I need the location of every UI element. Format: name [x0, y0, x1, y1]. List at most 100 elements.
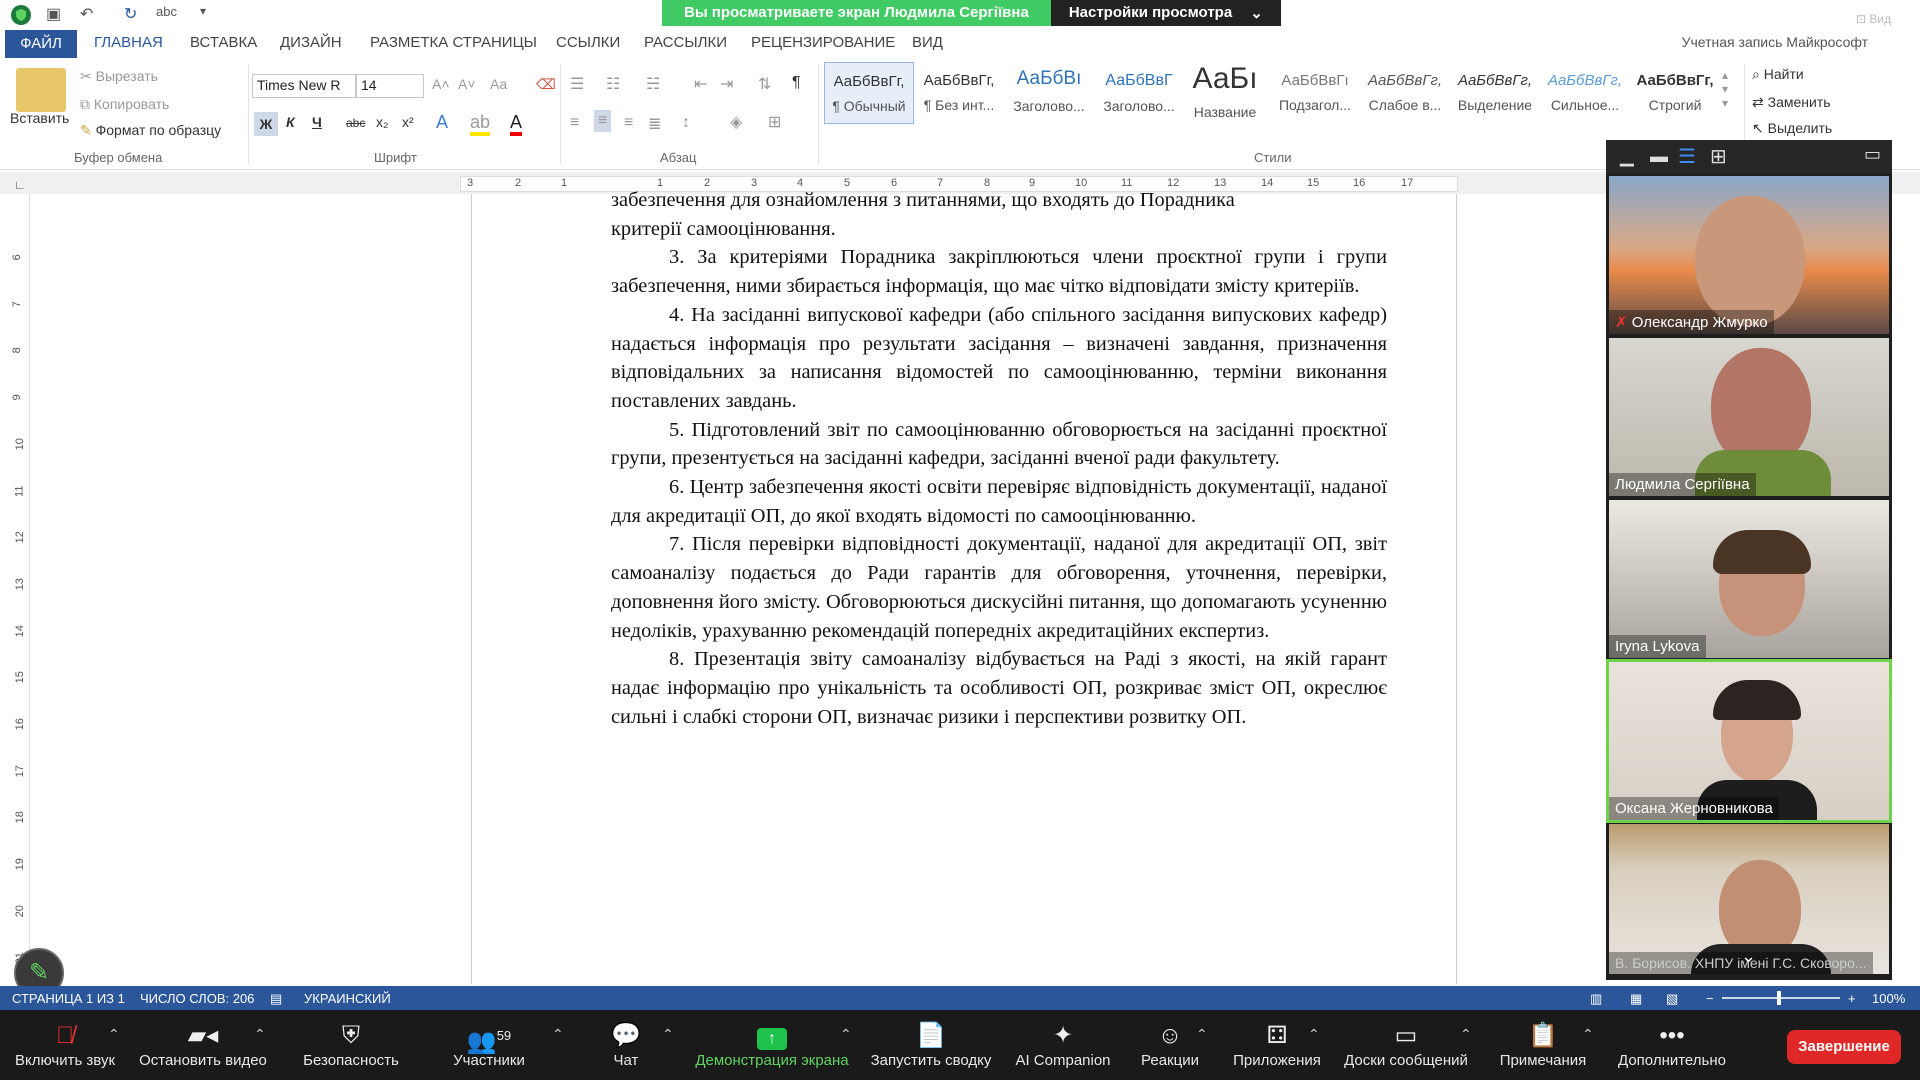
zoom-out-icon[interactable]: − [1706, 991, 1714, 1006]
read-mode-icon[interactable]: ▥ [1590, 991, 1602, 1007]
proofing-icon[interactable]: ▤ [270, 991, 282, 1007]
justify-icon[interactable]: ≣ [648, 114, 661, 134]
superscript-button[interactable]: x² [402, 114, 414, 130]
style-title[interactable]: АаБı Название [1180, 62, 1270, 124]
notes-options-caret[interactable]: ⌃ [1582, 1026, 1594, 1043]
italic-button[interactable]: К [286, 114, 295, 130]
select-button[interactable]: ↖ Выделить [1752, 120, 1832, 137]
align-left-icon[interactable]: ≡ [570, 114, 579, 132]
tab-mailings[interactable]: РАССЫЛКИ [644, 34, 727, 51]
copy-button[interactable]: ⧉ Копировать [80, 96, 169, 113]
participant-tile-active[interactable]: Оксана Жерновникова [1606, 659, 1892, 823]
increase-indent-icon[interactable]: ⇥ [720, 74, 733, 94]
whiteboards-options-caret[interactable]: ⌃ [1460, 1026, 1472, 1043]
end-meeting-button[interactable]: Завершение [1787, 1030, 1901, 1064]
participant-tile[interactable]: ✗ Олександр Жмурко [1609, 176, 1889, 334]
speaker-view-icon[interactable]: ▬ [1650, 146, 1668, 167]
styles-more-icon[interactable]: ▴ ▾ ▾ [1722, 68, 1728, 110]
decrease-indent-icon[interactable]: ⇤ [694, 74, 707, 94]
font-color-icon[interactable]: A [510, 112, 523, 136]
strip-view-icon[interactable]: ☰ [1678, 144, 1696, 169]
qat-customize-icon[interactable]: ▾ [200, 4, 206, 26]
participant-tile[interactable]: В. Борисов. ХНПУ імені Г.С. Сковоро... ⌄ [1609, 824, 1889, 974]
start-summary-button[interactable]: 📄 Запустить сводку [866, 1020, 996, 1069]
undo-icon[interactable]: ↶ [80, 4, 93, 26]
strikethrough-button[interactable]: abc [346, 116, 365, 130]
zoom-slider-thumb[interactable] [1777, 991, 1781, 1005]
page-count[interactable]: СТРАНИЦА 1 ИЗ 1 [12, 991, 125, 1006]
clear-format-icon[interactable]: ⌫ [536, 76, 556, 93]
participants-button[interactable]: 👥59 Участники [434, 1020, 544, 1069]
tab-design[interactable]: ДИЗАЙН [280, 34, 342, 51]
tab-home[interactable]: ГЛАВНАЯ [94, 34, 163, 51]
reactions-options-caret[interactable]: ⌃ [1196, 1026, 1208, 1043]
style-no-spacing[interactable]: АаБбВвГг, ¶ Без инт... [914, 62, 1004, 124]
participants-options-caret[interactable]: ⌃ [552, 1026, 564, 1043]
format-painter-button[interactable]: ✎ Формат по образцу [80, 122, 221, 139]
multilevel-list-icon[interactable]: ☵ [646, 74, 660, 94]
zoom-in-icon[interactable]: + [1848, 991, 1856, 1006]
more-button[interactable]: ••• Дополнительно [1610, 1020, 1734, 1069]
style-normal[interactable]: АаБбВвГг, ¶ Обычный [824, 62, 914, 124]
participant-tile[interactable]: Iryna Lykova [1609, 500, 1889, 658]
align-center-icon[interactable]: ≡ [594, 110, 612, 132]
borders-icon[interactable]: ⊞ [768, 112, 781, 132]
subscript-button[interactable]: x₂ [376, 114, 388, 130]
unmute-button[interactable]: 🎙̸ Включить звук [10, 1020, 120, 1069]
security-button[interactable]: ⛨ Безопасность [296, 1020, 406, 1069]
ai-companion-button[interactable]: ✦ AI Companion [1008, 1020, 1118, 1069]
align-right-icon[interactable]: ≡ [624, 114, 633, 132]
print-layout-icon[interactable]: ▦ [1630, 991, 1642, 1007]
account-name[interactable]: Учетная запись Майкрософт [1682, 34, 1868, 50]
shading-icon[interactable]: ◈ [730, 112, 742, 132]
style-strong[interactable]: АаБбВвГг, Строгий [1630, 62, 1720, 124]
tab-layout[interactable]: РАЗМЕТКА СТРАНИЦЫ [370, 34, 537, 51]
word-count[interactable]: ЧИСЛО СЛОВ: 206 [140, 991, 254, 1006]
redo-icon[interactable]: ↻ [124, 4, 137, 26]
audio-options-caret[interactable]: ⌃ [108, 1026, 120, 1043]
save-icon[interactable]: ▣ [46, 4, 61, 26]
shrink-font-icon[interactable]: A˅ [458, 76, 476, 92]
gallery-grid-icon[interactable]: ⊞ [1710, 144, 1727, 169]
style-heading-2[interactable]: АаБбВвГ Заголово... [1094, 62, 1184, 124]
tab-review[interactable]: РЕЦЕНЗИРОВАНИЕ [751, 34, 895, 51]
document-text[interactable]: забезпечення для ознайомлення з питанням… [611, 186, 1387, 731]
whiteboards-button[interactable]: ▭ Доски сообщений [1336, 1020, 1476, 1069]
numbering-icon[interactable]: ☷ [606, 74, 620, 94]
web-layout-icon[interactable]: ▧ [1666, 991, 1678, 1007]
style-subtitle[interactable]: АаБбВвГı Подзагол... [1270, 62, 1360, 124]
paste-icon[interactable] [16, 68, 66, 112]
view-button[interactable]: ⊡ Вид [1856, 12, 1912, 46]
style-intense-emphasis[interactable]: АаБбВвГг, Сильное... [1540, 62, 1630, 124]
font-name-box[interactable]: Times New R [252, 74, 356, 98]
replace-button[interactable]: ⇄ Заменить [1752, 94, 1831, 111]
style-subtle-emphasis[interactable]: АаБбВвГг, Слабое в... [1360, 62, 1450, 124]
pilcrow-icon[interactable]: ¶ [792, 74, 801, 92]
text-effects-icon[interactable]: A [436, 112, 448, 133]
vertical-ruler[interactable]: 6789101112131415161718192021 [8, 194, 30, 984]
chat-options-caret[interactable]: ⌃ [662, 1026, 674, 1043]
paste-button[interactable]: Вставить [10, 110, 69, 126]
stop-video-button[interactable]: ▰◂ Остановить видео [136, 1020, 270, 1069]
scroll-down-icon[interactable]: ⌄ [1741, 946, 1756, 967]
tab-references[interactable]: ССЫЛКИ [556, 34, 620, 51]
apps-options-caret[interactable]: ⌃ [1308, 1026, 1320, 1043]
bullets-icon[interactable]: ☰ [570, 74, 584, 94]
style-emphasis[interactable]: АаБбВвГг, Выделение [1450, 62, 1540, 124]
video-options-caret[interactable]: ⌃ [254, 1026, 266, 1043]
language[interactable]: УКРАИНСКИЙ [304, 991, 391, 1006]
font-size-box[interactable]: 14 [356, 74, 424, 98]
bold-button[interactable]: Ж [254, 112, 278, 136]
highlight-icon[interactable]: ab [470, 112, 491, 136]
zoom-level[interactable]: 100% [1872, 991, 1905, 1006]
tab-insert[interactable]: ВСТАВКА [190, 34, 257, 51]
tab-view[interactable]: ВИД [912, 34, 943, 51]
minimize-icon[interactable]: ▁ [1620, 146, 1634, 167]
tab-selector-icon[interactable]: ∟ [14, 178, 26, 192]
sort-icon[interactable]: ⇅ [758, 74, 771, 94]
underline-button[interactable]: Ч [312, 114, 322, 130]
spelling-icon[interactable]: abc [156, 4, 177, 26]
find-button[interactable]: ⌕ Найти [1752, 66, 1804, 83]
participant-tile[interactable]: Людмила Сергіївна [1609, 338, 1889, 496]
chat-button[interactable]: 💬 Чат [586, 1020, 666, 1069]
